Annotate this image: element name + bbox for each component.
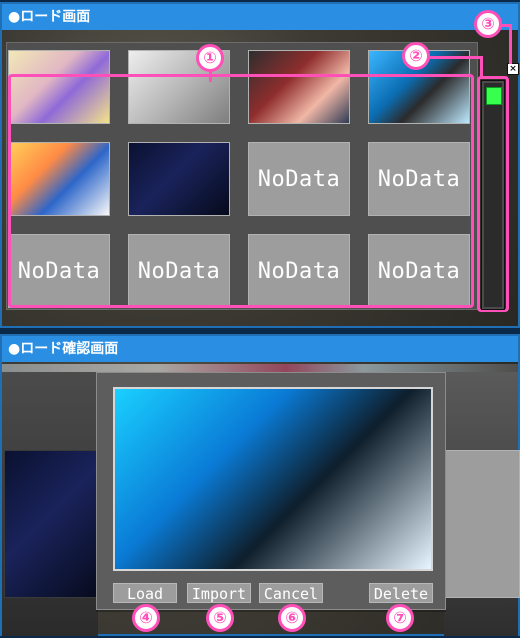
- slot-empty-label: NoData: [257, 166, 341, 192]
- slot-empty-label: NoData: [137, 258, 221, 284]
- badge-7: ⑦: [386, 604, 414, 632]
- badge-4: ④: [132, 604, 160, 632]
- load-screen-title: ●ロード画面: [8, 9, 91, 25]
- load-screen-header: ●ロード画面: [2, 4, 518, 30]
- load-confirm-dialog: Load Import Cancel Delete: [96, 372, 446, 610]
- badge-1-leader: [209, 72, 212, 82]
- slot-empty-label: NoData: [17, 258, 101, 284]
- background-slot-tile: [4, 450, 102, 598]
- scrollbar-track[interactable]: [481, 80, 505, 310]
- slot-empty-label: NoData: [257, 258, 341, 284]
- preview-image: [113, 387, 433, 571]
- badge-5: ⑤: [206, 604, 234, 632]
- background-slot-tile: [444, 450, 520, 598]
- badge-2: ②: [402, 42, 430, 70]
- badge-6: ⑥: [278, 604, 306, 632]
- background-left-panel: [2, 372, 102, 636]
- slot-empty-label: NoData: [377, 166, 461, 192]
- load-confirm-title: ●ロード確認画面: [8, 341, 119, 357]
- load-button[interactable]: Load: [113, 583, 177, 603]
- background-right-panel: [444, 372, 520, 636]
- load-confirm-header: ●ロード確認画面: [2, 336, 518, 362]
- import-button[interactable]: Import: [187, 583, 251, 603]
- badge-1: ①: [196, 44, 224, 72]
- badge-2-leader-vertical: [480, 56, 483, 78]
- slot-empty-label: NoData: [377, 258, 461, 284]
- scrollbar-thumb[interactable]: [486, 87, 502, 105]
- badge-3: ③: [474, 10, 502, 38]
- badge-2-leader: [428, 56, 482, 59]
- badge-3-leader-vertical: [509, 24, 512, 64]
- close-icon[interactable]: ×: [507, 63, 519, 75]
- delete-button[interactable]: Delete: [369, 583, 433, 603]
- cancel-button[interactable]: Cancel: [259, 583, 323, 603]
